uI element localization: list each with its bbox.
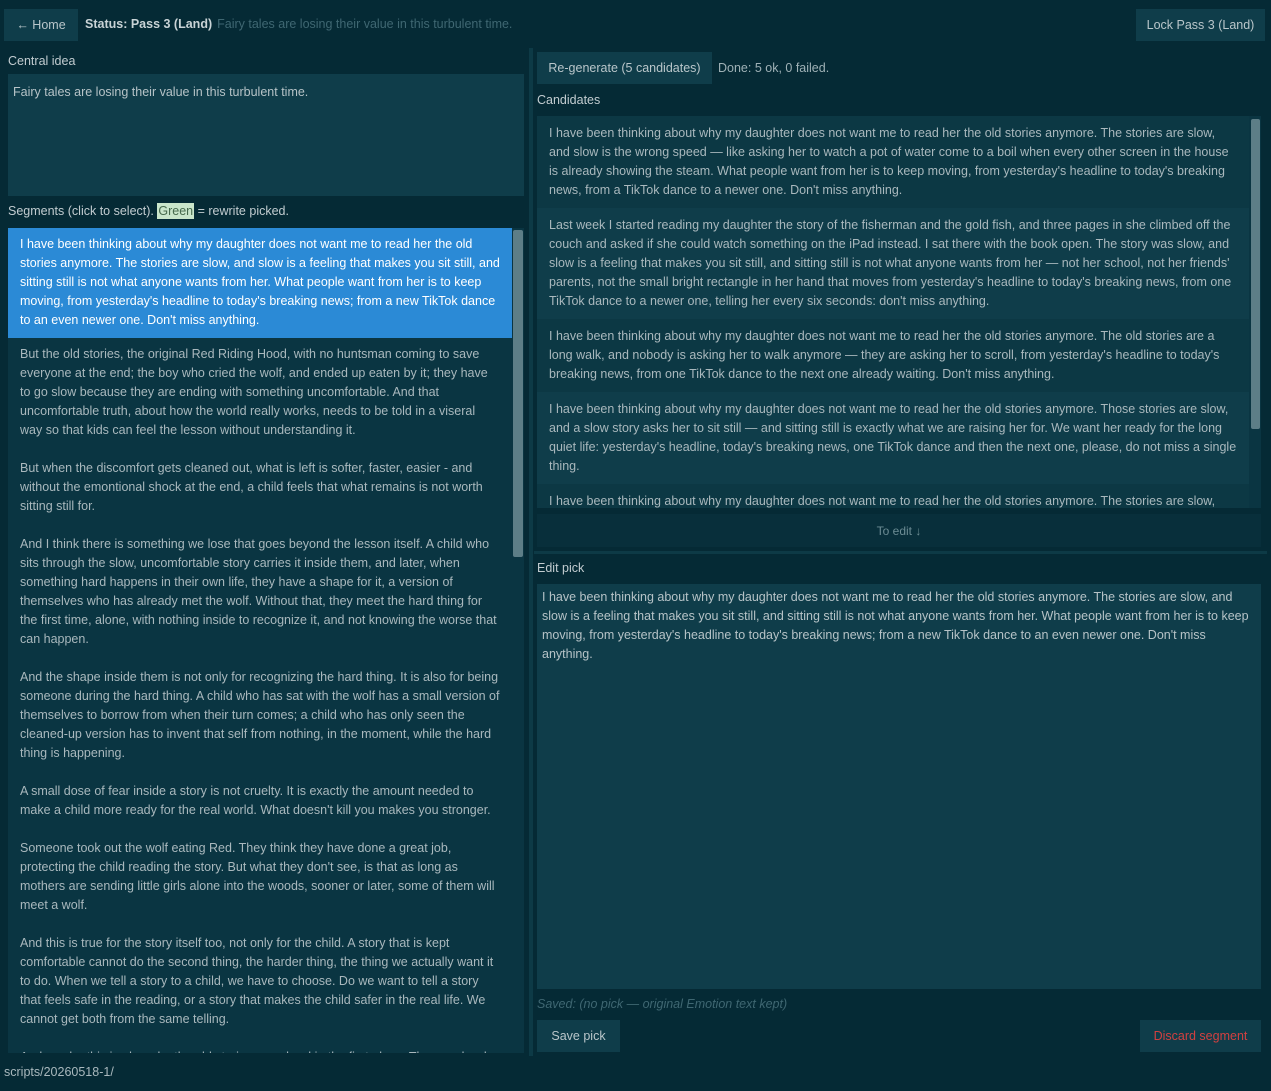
save-pick-button[interactable]: Save pick — [537, 1020, 620, 1052]
central-idea-preview: Fairy tales are losing their value in th… — [217, 17, 513, 31]
home-button[interactable]: ← Home — [4, 9, 78, 41]
saved-status: Saved: (no pick — original Emotion text … — [537, 997, 788, 1011]
segments-label-prefix: Segments (click to select). — [8, 204, 154, 218]
segment-item[interactable]: A small dose of fear inside a story is n… — [8, 771, 512, 828]
segment-item[interactable]: And I think there is something we lose t… — [8, 524, 512, 657]
edit-pick-textarea[interactable]: I have been thinking about why my daught… — [537, 584, 1261, 989]
candidate-item[interactable]: Last week I started reading my daughter … — [537, 208, 1249, 319]
segment-item[interactable]: And maybe this is also why the old stori… — [8, 1037, 512, 1053]
candidate-item[interactable]: I have been thinking about why my daught… — [537, 392, 1249, 484]
edit-pick-label: Edit pick — [537, 561, 585, 575]
candidate-item[interactable]: I have been thinking about why my daught… — [537, 319, 1249, 392]
discard-segment-button[interactable]: Discard segment — [1140, 1020, 1261, 1052]
lock-pass-button[interactable]: Lock Pass 3 (Land) — [1136, 9, 1265, 41]
candidates-label: Candidates — [537, 93, 601, 107]
to-edit-button[interactable]: To edit ↓ — [537, 514, 1261, 547]
central-idea-label: Central idea — [8, 54, 76, 68]
status-label: Status: Pass 3 (Land) — [85, 17, 213, 31]
segments-label: Segments (click to select). Green = rewr… — [8, 203, 289, 219]
candidate-item[interactable]: I have been thinking about why my daught… — [537, 484, 1249, 508]
regenerate-button[interactable]: Re-generate (5 candidates) — [537, 52, 712, 84]
segment-item[interactable]: And this is true for the story itself to… — [8, 923, 512, 1037]
status-bar: Status: Pass 3 (Land) Fairy tales are los… — [85, 17, 512, 31]
central-idea-textarea[interactable]: Fairy tales are losing their value in th… — [8, 74, 524, 196]
segments-list[interactable]: I have been thinking about why my daught… — [8, 228, 524, 1053]
segment-item[interactable]: Someone took out the wolf eating Red. Th… — [8, 828, 512, 923]
panel-splitter[interactable] — [534, 551, 1267, 554]
segment-item[interactable]: But when the discomfort gets cleaned out… — [8, 448, 512, 524]
segments-label-suffix: = rewrite picked. — [197, 204, 289, 218]
segment-item-selected[interactable]: I have been thinking about why my daught… — [8, 228, 512, 338]
column-splitter[interactable] — [529, 48, 533, 1056]
candidates-list[interactable]: I have been thinking about why my daught… — [537, 116, 1261, 508]
candidates-scrollbar[interactable] — [1251, 119, 1260, 429]
green-legend-swatch: Green — [157, 203, 195, 219]
segment-item[interactable]: But the old stories, the original Red Ri… — [8, 338, 512, 448]
footer-path: scripts/20260518-1/ — [4, 1065, 114, 1079]
generation-status: Done: 5 ok, 0 failed. — [718, 61, 830, 75]
candidate-item[interactable]: I have been thinking about why my daught… — [537, 116, 1249, 208]
segment-item[interactable]: And the shape inside them is not only fo… — [8, 657, 512, 771]
segments-scrollbar[interactable] — [513, 230, 523, 557]
